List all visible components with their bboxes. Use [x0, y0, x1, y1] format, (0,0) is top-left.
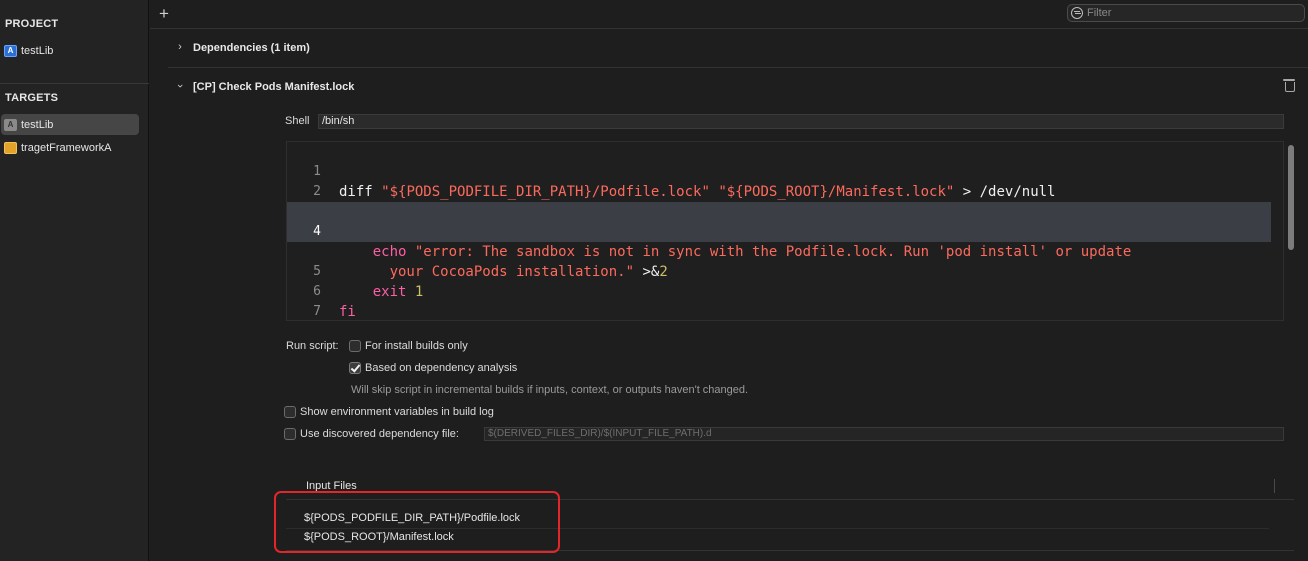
code-line: 6 fi: [287, 262, 1271, 320]
sidebar-divider: [0, 83, 149, 84]
divider: [168, 67, 1308, 68]
sidebar-item-target-testlib[interactable]: A testLib: [1, 114, 139, 135]
code-line: 5 exit 1: [287, 242, 1271, 300]
code-line: 2 if [ $? != 0 ] ; then: [287, 162, 1271, 220]
input-file-row[interactable]: ${PODS_PODFILE_DIR_PATH}/Podfile.lock: [304, 512, 520, 524]
chevron-down-icon[interactable]: ›: [174, 81, 186, 91]
discovered-dep-file-checkbox[interactable]: [284, 428, 296, 440]
code-line: 7 # This output is used by Xcode 'output…: [287, 282, 1271, 319]
sidebar-item-label: testLib: [21, 118, 54, 131]
dependency-analysis-hint: Will skip script in incremental builds i…: [351, 384, 749, 396]
toolbox-icon: [4, 141, 17, 154]
project-heading: PROJECT: [5, 18, 59, 30]
editor-scrollbar[interactable]: [1288, 145, 1294, 250]
divider: [286, 499, 1294, 500]
sidebar-item-label: tragetFrameworkA: [21, 141, 112, 154]
filter-field[interactable]: [1067, 4, 1305, 22]
show-env-vars-checkbox[interactable]: [284, 406, 296, 418]
shell-label: Shell: [285, 115, 310, 127]
divider: [150, 28, 1308, 29]
shell-field[interactable]: /bin/sh: [318, 114, 1284, 129]
run-script-label: Run script:: [286, 340, 339, 352]
column-divider: [1274, 479, 1275, 493]
filter-icon: [1071, 7, 1083, 19]
dependency-analysis-label[interactable]: Based on dependency analysis: [365, 362, 517, 374]
chevron-right-icon[interactable]: ›: [175, 41, 185, 53]
divider: [286, 550, 1294, 551]
discovered-dep-file-label[interactable]: Use discovered dependency file:: [300, 428, 459, 440]
divider: [286, 528, 1269, 529]
install-builds-only-label[interactable]: For install builds only: [365, 340, 468, 352]
show-env-vars-label[interactable]: Show environment variables in build log: [300, 406, 494, 418]
build-phases-editor: + › Dependencies (1 item) › [CP] Check P…: [150, 0, 1308, 561]
code-line: 8 echo "SUCCESS" > "${SCRIPT_OUTPUT_FILE…: [287, 302, 1271, 320]
sidebar-item-label: testLib: [21, 44, 54, 57]
phase-header-check-pods[interactable]: [CP] Check Pods Manifest.lock: [193, 81, 354, 93]
code-line: 3 # print error to STDERR: [287, 182, 1271, 240]
input-file-row[interactable]: ${PODS_ROOT}/Manifest.lock: [304, 531, 454, 543]
navigator-sidebar: PROJECT A testLib TARGETS A testLib trag…: [0, 0, 149, 561]
code-line: 1 diff "${PODS_PODFILE_DIR_PATH}/Podfile…: [287, 142, 1271, 200]
filter-input[interactable]: [1087, 7, 1287, 19]
app-icon: A: [4, 44, 17, 57]
add-phase-button[interactable]: +: [159, 4, 169, 24]
code-line-current: 4 echo "error: The sandbox is not in syn…: [287, 202, 1271, 280]
script-editor[interactable]: 1 diff "${PODS_PODFILE_DIR_PATH}/Podfile…: [286, 141, 1284, 321]
input-files-title: Input Files: [306, 480, 357, 492]
trash-icon[interactable]: [1283, 79, 1295, 92]
targets-heading: TARGETS: [5, 92, 59, 104]
app-icon: A: [4, 118, 17, 131]
sidebar-item-project-testlib[interactable]: A testLib: [1, 40, 139, 61]
line-number: 4: [313, 224, 321, 239]
dependency-file-field[interactable]: $(DERIVED_FILES_DIR)/$(INPUT_FILE_PATH).…: [484, 427, 1284, 441]
install-builds-only-checkbox[interactable]: [349, 340, 361, 352]
phase-header-dependencies[interactable]: Dependencies (1 item): [193, 42, 310, 54]
dependency-analysis-checkbox[interactable]: [349, 362, 361, 374]
sidebar-item-target-framework[interactable]: tragetFrameworkA: [1, 137, 139, 158]
